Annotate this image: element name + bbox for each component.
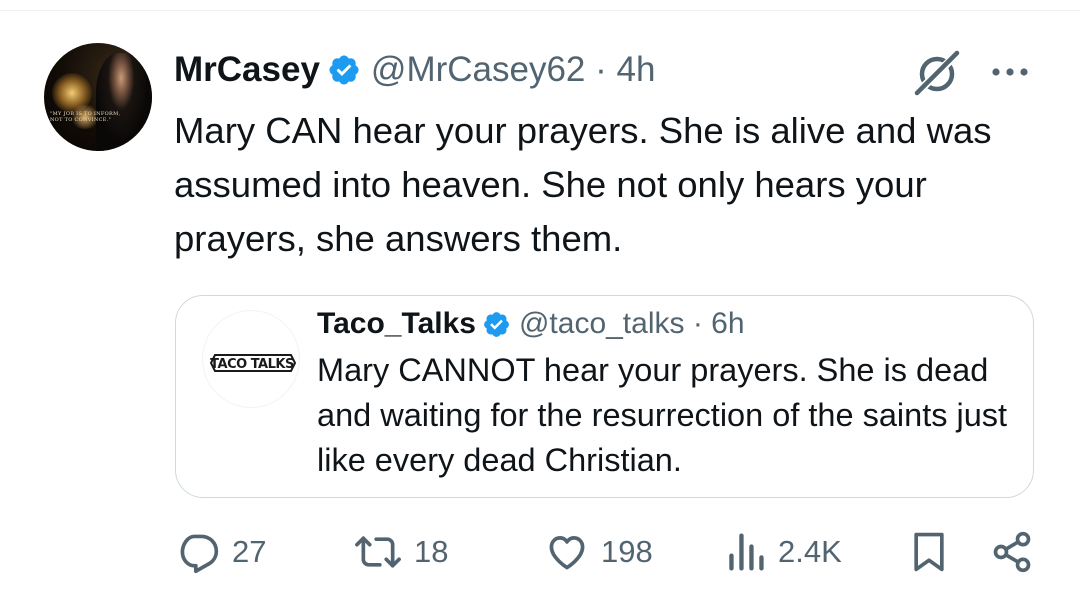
share-icon xyxy=(993,531,1031,573)
views-icon xyxy=(729,533,764,571)
quote-author-handle-time[interactable]: @taco_talks · 6h xyxy=(519,307,745,341)
avatar-figure xyxy=(96,53,152,151)
repost-button[interactable]: 18 xyxy=(354,524,448,580)
top-divider xyxy=(0,10,1080,11)
views-button[interactable]: 2.4K xyxy=(726,524,842,580)
repost-count: 18 xyxy=(414,534,449,569)
share-button[interactable] xyxy=(990,524,1034,580)
author-display-name[interactable]: MrCasey xyxy=(174,50,320,90)
verified-badge-icon[interactable] xyxy=(327,53,361,87)
author-avatar[interactable]: "MY JOB IS TO INFORM, NOT TO CONVINCE." xyxy=(44,43,152,151)
avatar-caption-line-2: NOT TO CONVINCE." xyxy=(50,117,112,123)
quote-tweet-card[interactable]: TACO TALKS Taco_Talks @taco_talks · 6h M… xyxy=(175,295,1034,498)
views-count: 2.4K xyxy=(778,534,842,569)
tweet-action-bar: 27 18 198 2.4K xyxy=(0,524,1080,580)
quote-tweet-text: Mary CANNOT hear your prayers. She is de… xyxy=(317,352,1008,478)
avatar-caption: "MY JOB IS TO INFORM, NOT TO CONVINCE." xyxy=(50,111,134,129)
quote-header: Taco_Talks @taco_talks · 6h xyxy=(317,304,745,344)
quote-author-avatar[interactable]: TACO TALKS xyxy=(202,310,300,408)
grok-icon[interactable] xyxy=(913,47,963,97)
tweet-header: MrCasey @MrCasey62 · 4h xyxy=(174,46,655,94)
bookmark-icon xyxy=(914,532,944,572)
quote-avatar-label: TACO TALKS xyxy=(210,357,294,372)
tweet-text: Mary CAN hear your prayers. She is alive… xyxy=(174,110,992,259)
reply-count: 27 xyxy=(232,534,267,569)
author-handle-time[interactable]: @MrCasey62 · 4h xyxy=(371,50,656,90)
repost-icon xyxy=(355,536,401,568)
reply-icon xyxy=(180,534,219,574)
more-icon[interactable] xyxy=(990,60,1030,84)
like-icon xyxy=(549,536,585,570)
reply-button[interactable]: 27 xyxy=(176,524,266,580)
bookmark-button[interactable] xyxy=(910,524,948,580)
like-button[interactable]: 198 xyxy=(545,524,653,580)
quote-verified-badge-icon[interactable] xyxy=(482,310,511,339)
like-count: 198 xyxy=(601,534,653,569)
quote-author-display-name[interactable]: Taco_Talks xyxy=(317,307,476,341)
